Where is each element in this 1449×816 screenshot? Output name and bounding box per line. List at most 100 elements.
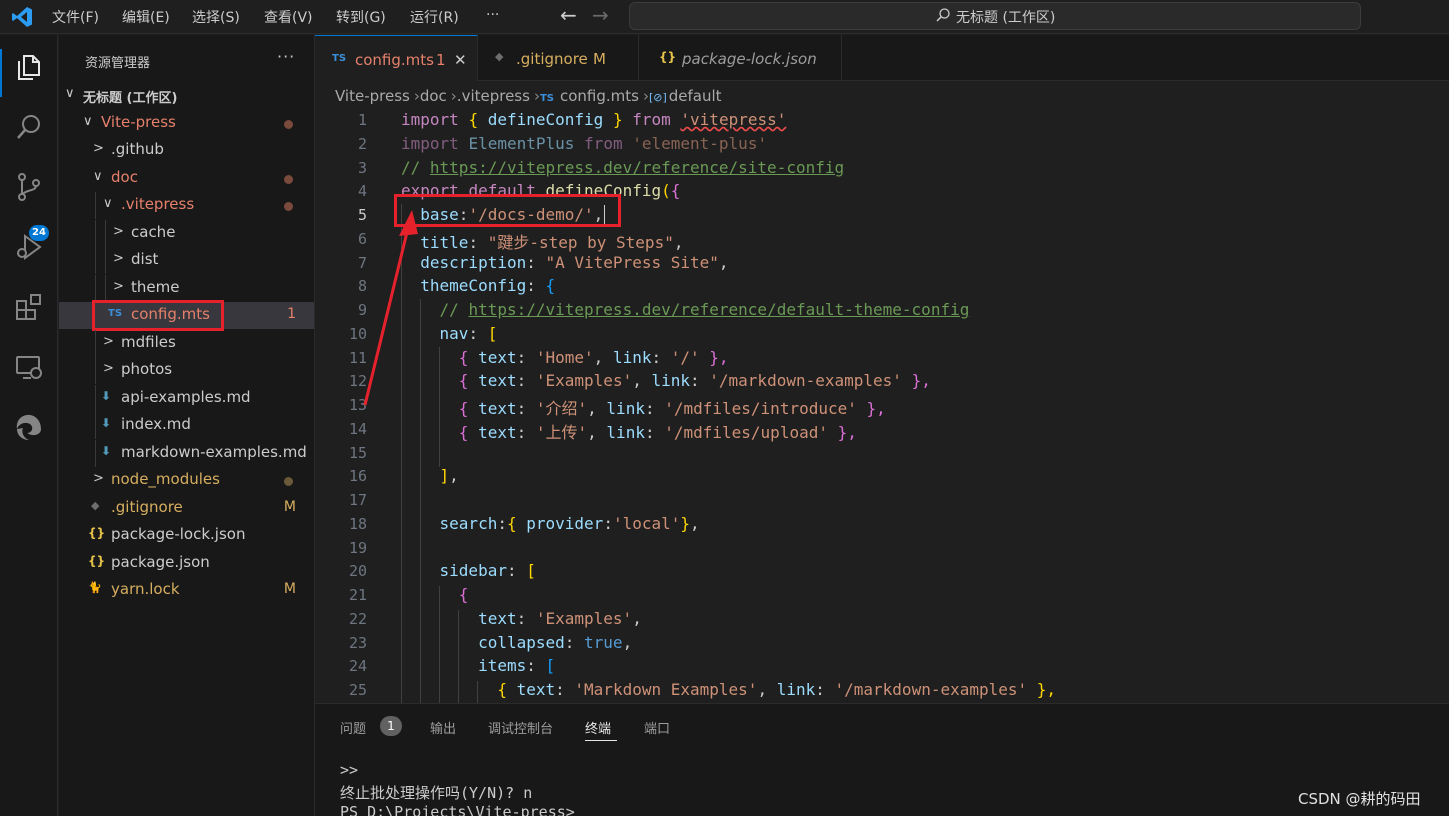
forward-arrow-icon[interactable]: →: [592, 3, 609, 27]
tab-gitignore[interactable]: ◆ .gitignore M: [478, 35, 639, 81]
line-number: 25: [348, 681, 367, 699]
markdown-file-icon: ⬇: [101, 389, 112, 403]
menu-more[interactable]: ···: [486, 7, 499, 23]
tab-config-mts[interactable]: TS config.mts 1 ✕: [315, 35, 478, 81]
tab-git-badge: M: [593, 50, 606, 68]
tree-label: api-examples.md: [121, 388, 251, 406]
active-tab-indicator: [585, 740, 617, 741]
tree-row-api-examples[interactable]: ⬇ api-examples.md: [59, 385, 314, 412]
source-control-icon[interactable]: [13, 171, 45, 203]
extensions-icon[interactable]: [13, 291, 45, 323]
workspace-title: 无标题 (工作区): [956, 10, 1056, 26]
tree-row-vitepress[interactable]: ∨ .vitepress: [59, 192, 314, 219]
json-file-icon: {}: [88, 526, 106, 540]
tree-row-doc[interactable]: ∨ doc: [59, 165, 314, 192]
vscode-logo-icon[interactable]: [10, 5, 34, 29]
modified-dot: [284, 477, 293, 486]
tree-row-theme[interactable]: > theme: [59, 275, 314, 302]
tree-row-dist[interactable]: > dist: [59, 247, 314, 274]
git-file-icon: ◆: [91, 499, 100, 512]
panel-tab-terminal[interactable]: 终端: [585, 718, 611, 737]
line-number: 17: [348, 491, 367, 509]
panel-tab-ports[interactable]: 端口: [644, 718, 670, 737]
chevron-right-icon: >: [103, 361, 114, 376]
tree-label: photos: [121, 360, 173, 378]
tree-row-gitignore[interactable]: ◆ .gitignore M: [59, 495, 314, 522]
bottom-panel: 问题 1 输出 调试控制台 终端 端口 >> 终止批处理操作吗(Y/N)? n …: [315, 703, 1449, 816]
tree-row-node-modules[interactable]: > node_modules: [59, 467, 314, 494]
markdown-file-icon: ⬇: [101, 416, 112, 430]
indent-guide: [105, 247, 106, 274]
indent-guide: [95, 440, 96, 467]
tree-label: .gitignore: [111, 498, 183, 516]
code-line-22: text: 'Examples',: [478, 609, 642, 628]
tree-label: mdfiles: [121, 333, 176, 351]
breadcrumb-item[interactable]: .vitepress: [457, 87, 530, 105]
line-number: 14: [348, 420, 367, 438]
tab-package-lock[interactable]: {} package-lock.json: [639, 35, 842, 81]
menu-run[interactable]: 运行(R): [410, 7, 459, 27]
active-indicator: [0, 49, 2, 97]
tree-row-package-lock[interactable]: {} package-lock.json: [59, 522, 314, 549]
panel-tab-problems[interactable]: 问题: [340, 718, 366, 737]
line-number: 18: [348, 515, 367, 533]
markdown-file-icon: ⬇: [101, 444, 112, 458]
indent-guide: [95, 330, 96, 357]
tree-row-photos[interactable]: > photos: [59, 357, 314, 384]
line-number: 19: [348, 539, 367, 557]
menu-view[interactable]: 查看(V): [264, 7, 313, 27]
back-arrow-icon[interactable]: ←: [560, 3, 577, 27]
breadcrumb-item[interactable]: doc: [420, 87, 447, 105]
breadcrumb-item[interactable]: config.mts: [560, 87, 639, 105]
breadcrumb-item[interactable]: default: [669, 87, 722, 105]
terminal-line: >>: [340, 761, 359, 779]
edge-devtools-icon[interactable]: [13, 411, 45, 443]
tree-row-mdfiles[interactable]: > mdfiles: [59, 330, 314, 357]
code-line-13: { text: '介绍', link: '/mdfiles/introduce'…: [458, 399, 886, 418]
menu-go[interactable]: 转到(G): [336, 7, 386, 27]
modified-dot: [284, 120, 293, 129]
line-number: 24: [348, 657, 367, 675]
search-icon[interactable]: [13, 111, 45, 143]
tree-row-cache[interactable]: > cache: [59, 220, 314, 247]
terminal-prompt[interactable]: PS D:\Projects\Vite-press>: [340, 803, 575, 816]
panel-tab-debug-console[interactable]: 调试控制台: [488, 718, 553, 737]
annotation-box-config: [92, 300, 224, 331]
close-icon[interactable]: ✕: [454, 51, 467, 69]
menu-file[interactable]: 文件(F): [52, 7, 99, 27]
typescript-file-icon: TS: [539, 93, 554, 104]
modified-dot: [284, 175, 293, 184]
explorer-icon[interactable]: [13, 51, 45, 83]
terminal-line: 终止批处理操作吗(Y/N)? n: [340, 784, 533, 802]
tree-row-index-md[interactable]: ⬇ index.md: [59, 412, 314, 439]
git-file-icon: ◆: [495, 50, 504, 63]
tab-problem-badge: 1: [436, 51, 446, 69]
tree-label: package.json: [111, 553, 210, 571]
menu-selection[interactable]: 选择(S): [192, 7, 240, 27]
code-line-23: collapsed: true,: [478, 633, 633, 652]
panel-tab-output[interactable]: 输出: [430, 718, 456, 737]
tree-row-workspace[interactable]: ∨ 无标题 (工作区): [59, 82, 314, 109]
code-editor[interactable]: 1 2 3 4 5 6 7 8 9 10 11 12 13 14 15 16 1…: [315, 108, 1449, 703]
command-center[interactable]: 无标题 (工作区): [629, 2, 1361, 30]
json-file-icon: {}: [659, 50, 677, 64]
run-debug-icon[interactable]: [13, 231, 45, 263]
tree-row-vite-press[interactable]: ∨ Vite-press: [59, 110, 314, 137]
menu-edit[interactable]: 编辑(E): [122, 7, 170, 27]
tree-label: doc: [111, 168, 138, 186]
variable-symbol-icon: [⊘]: [648, 91, 667, 104]
breadcrumb-item[interactable]: Vite-press: [335, 87, 410, 105]
tree-row-markdown-examples[interactable]: ⬇ markdown-examples.md: [59, 440, 314, 467]
tree-row-github[interactable]: > .github: [59, 137, 314, 164]
yarn-file-icon: 🐈: [88, 581, 102, 594]
tree-row-package-json[interactable]: {} package.json: [59, 550, 314, 577]
search-icon: [936, 8, 950, 22]
line-number: 1: [357, 111, 367, 129]
chevron-right-icon: >: [113, 279, 124, 294]
chevron-right-icon: >: [113, 224, 124, 239]
chevron-down-icon: ∨: [65, 86, 75, 101]
sidebar-more-button[interactable]: ···: [277, 47, 295, 66]
remote-explorer-icon[interactable]: [13, 351, 45, 383]
sidebar-title: 资源管理器: [85, 56, 151, 71]
tree-row-yarn-lock[interactable]: 🐈 yarn.lock M: [59, 577, 314, 604]
